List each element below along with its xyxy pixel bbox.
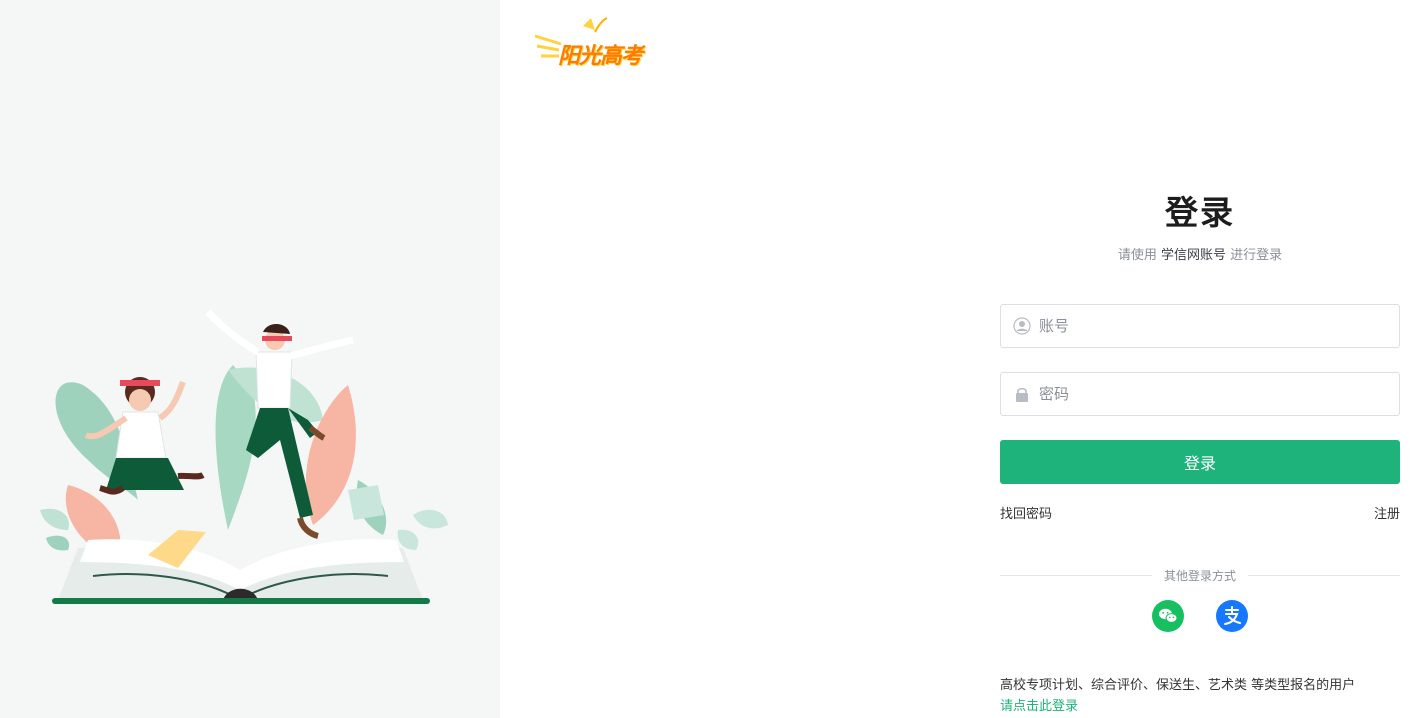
wechat-icon	[1159, 608, 1178, 623]
other-login-divider: 其他登录方式	[1000, 566, 1400, 584]
divider-line-right	[1248, 575, 1400, 576]
password-input[interactable]	[1039, 373, 1389, 415]
auth-links: 找回密码 注册	[1000, 503, 1400, 523]
lock-icon	[1016, 387, 1028, 402]
site-logo[interactable]: 阳光高考	[533, 14, 668, 72]
alipay-login-button[interactable]	[1216, 600, 1248, 632]
illustration-panel	[0, 0, 500, 718]
subtitle-emphasis: 学信网账号	[1160, 248, 1226, 263]
user-icon	[1013, 317, 1031, 335]
account-field[interactable]	[1000, 304, 1400, 348]
login-title: 登录	[1165, 193, 1235, 232]
login-button[interactable]: 登录	[1000, 440, 1400, 484]
register-link[interactable]: 注册	[1374, 503, 1400, 522]
account-input[interactable]	[1039, 305, 1389, 347]
notice-text: 高校专项计划、综合评价、保送生、艺术类 等类型报名的用户	[1000, 678, 1356, 693]
alipay-icon	[1224, 606, 1241, 625]
forgot-password-link[interactable]: 找回密码	[1000, 503, 1052, 522]
wechat-login-button[interactable]	[1152, 600, 1184, 632]
login-panel: 登录 请使用 学信网账号 进行登录 登录 找回密码 注册 其他登录方式	[1000, 0, 1400, 718]
subtitle-suffix: 进行登录	[1230, 248, 1283, 263]
subtitle-prefix: 请使用	[1117, 248, 1157, 263]
login-subtitle: 请使用 学信网账号 进行登录	[1000, 244, 1400, 263]
special-login-link[interactable]: 请点击此登录	[1000, 696, 1400, 717]
logo-text: 阳光高考	[558, 43, 643, 69]
special-enrollment-notice: 高校专项计划、综合评价、保送生、艺术类 等类型报名的用户 请点击此登录	[1000, 675, 1400, 717]
password-field[interactable]	[1000, 372, 1400, 416]
students-on-book-illustration	[40, 309, 448, 604]
